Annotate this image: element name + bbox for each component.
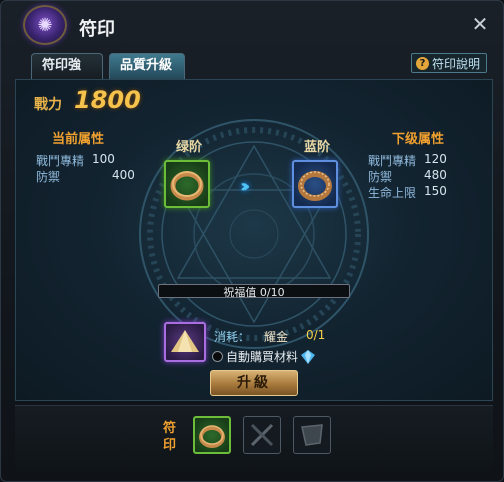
consume-label: 消耗： [214, 330, 251, 344]
blessing-value-text: 祝福值 0/10 [223, 286, 285, 298]
material-name: 耀金 [264, 330, 289, 344]
stat-label: 戰鬥專精 [368, 154, 417, 168]
stat-label: 防禦 [368, 170, 393, 184]
current-stat-row: 防禦 400 [36, 168, 135, 185]
next-stat-row: 戰鬥專精 120 [368, 152, 447, 169]
ring-icon [170, 171, 204, 201]
auto-buy-option[interactable]: 自動購買材料 [212, 348, 316, 365]
next-stat-row: 防禦 480 [368, 168, 447, 185]
upgrade-panel: 戰力 1800 当前属性 戰鬥專精 100 防禦 400 下级属性 戰鬥專精 1… [15, 79, 493, 401]
next-grade-label: 蓝阶 [304, 140, 331, 155]
stat-label: 生命上限 [368, 186, 417, 200]
rune-window: ✺ 符印 ✕ 符印強化 品質升級 ? 符印說明 戰力 1800 当前属性 戰鬥專… [0, 0, 504, 482]
rune-help-button[interactable]: ? 符印說明 [410, 53, 487, 73]
stat-label: 戰鬥專精 [36, 154, 85, 168]
rune-slot-weapon[interactable] [243, 416, 281, 454]
next-attributes-title: 下级属性 [392, 132, 445, 147]
ring-icon [199, 425, 225, 448]
combat-power-value: 1800 [74, 86, 141, 114]
material-count: 0/1 [306, 328, 326, 342]
rune-emblem-icon: ✺ [23, 5, 67, 45]
close-icon[interactable]: ✕ [469, 13, 491, 35]
blessing-progress-bar: 祝福值 0/10 [158, 284, 350, 298]
next-stat-row: 生命上限 150 [368, 184, 447, 201]
next-rune-slot[interactable] [292, 160, 338, 208]
stat-label: 防禦 [36, 170, 61, 184]
rune-slot-ring[interactable] [193, 416, 231, 454]
armor-piece-icon [301, 424, 323, 446]
magic-circle-decoration [139, 119, 369, 349]
current-grade-label: 绿阶 [176, 140, 203, 155]
current-attributes-title: 当前属性 [52, 132, 105, 147]
tab-rune-enhance[interactable]: 符印強化 [31, 53, 103, 97]
question-icon: ? [415, 56, 429, 70]
tab-quality-upgrade[interactable]: 品質升級 [109, 53, 185, 79]
window-title: 符印 [79, 19, 115, 40]
upgrade-button[interactable]: 升級 [210, 370, 298, 396]
stat-value: 120 [424, 152, 447, 166]
help-label: 符印說明 [431, 56, 480, 71]
diamond-currency-icon [301, 349, 316, 364]
combat-power-label: 戰力 [34, 97, 62, 113]
title-bar: ✺ 符印 ✕ [1, 1, 504, 49]
rune-slot-armor[interactable] [293, 416, 331, 454]
stat-value: 100 [92, 152, 115, 166]
rune-inventory-label-line: 符 [163, 421, 177, 436]
auto-buy-label: 自動購買材料 [226, 350, 299, 364]
current-stat-row: 戰鬥專精 100 [36, 152, 115, 169]
stat-value: 150 [424, 184, 447, 198]
rune-inventory-label: 符 印 [163, 420, 176, 454]
ring-icon [298, 171, 332, 201]
upgrade-arrow-icon: ››› [240, 176, 251, 197]
rune-inventory-bar: 符 印 [15, 405, 493, 471]
gold-ore-icon [171, 330, 199, 352]
crossed-blades-icon [250, 423, 274, 447]
auto-buy-radio[interactable] [212, 351, 223, 362]
current-rune-slot[interactable] [164, 160, 210, 208]
material-slot[interactable] [164, 322, 206, 362]
stat-value: 400 [112, 168, 135, 182]
stat-value: 480 [424, 168, 447, 182]
rune-inventory-label-line: 印 [163, 438, 177, 453]
